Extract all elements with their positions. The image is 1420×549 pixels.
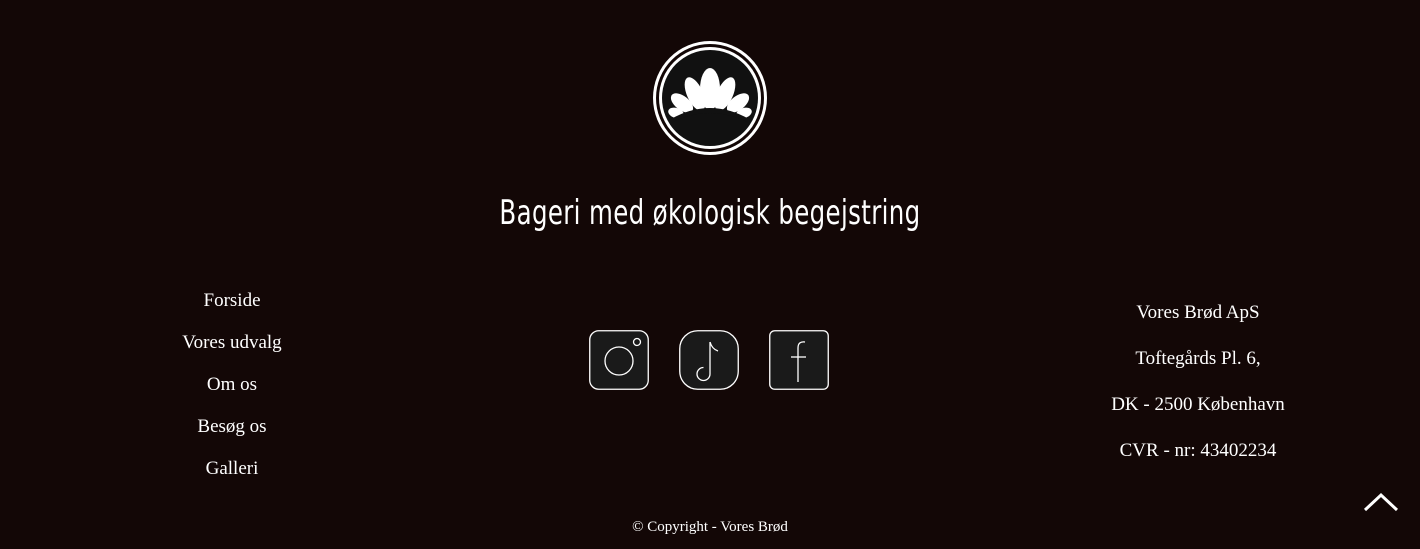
copyright-text: © Copyright - Vores Brød [632, 519, 788, 535]
nav-item-om-os[interactable]: Om os [132, 371, 332, 413]
footer-nav: Forside Vores udvalg Om os Besøg os Gall… [132, 287, 332, 497]
croissant-icon [653, 41, 767, 155]
scroll-to-top-button[interactable] [1362, 488, 1400, 516]
nav-item-vores-udvalg[interactable]: Vores udvalg [132, 329, 332, 371]
instagram-link[interactable] [589, 330, 649, 390]
tiktok-icon [679, 330, 739, 390]
chevron-up-icon [1363, 492, 1399, 512]
company-address: Vores Brød ApS Toftegårds Pl. 6, DK - 25… [1048, 297, 1348, 481]
tagline: Bageri med økologisk begejstring [499, 193, 921, 233]
cvr-number: CVR - nr: 43402234 [1119, 440, 1277, 461]
nav-item-forside[interactable]: Forside [132, 287, 332, 329]
nav-item-galleri[interactable]: Galleri [132, 455, 332, 497]
instagram-icon [589, 330, 649, 390]
street-address: Toftegårds Pl. 6, [1135, 348, 1261, 369]
logo[interactable] [651, 39, 769, 157]
city-address: DK - 2500 København [1111, 394, 1285, 415]
facebook-icon [769, 330, 829, 390]
tiktok-link[interactable] [679, 330, 739, 390]
facebook-link[interactable] [769, 330, 829, 390]
company-name: Vores Brød ApS [1136, 302, 1260, 323]
nav-item-besog-os[interactable]: Besøg os [132, 413, 332, 455]
